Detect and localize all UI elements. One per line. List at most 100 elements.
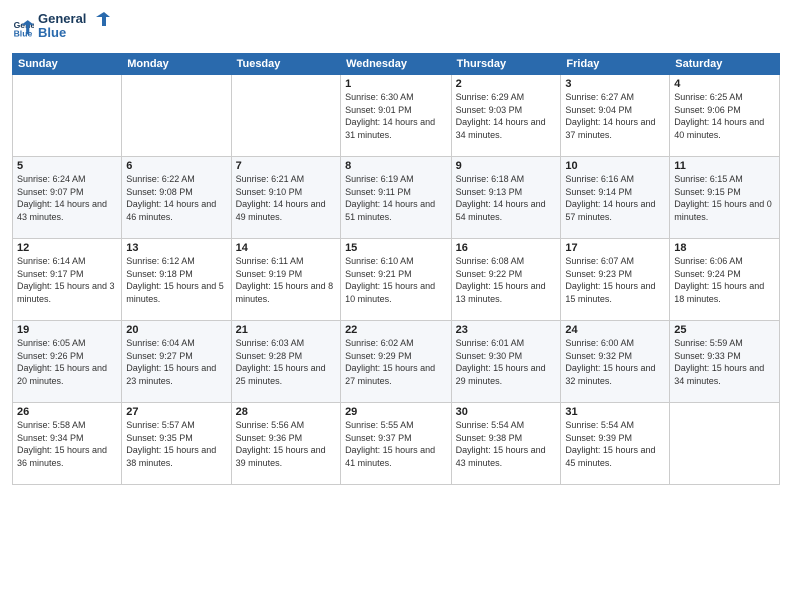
- day-cell: 2Sunrise: 6:29 AM Sunset: 9:03 PM Daylig…: [451, 75, 561, 157]
- day-cell: 31Sunrise: 5:54 AM Sunset: 9:39 PM Dayli…: [561, 403, 670, 485]
- calendar-table: SundayMondayTuesdayWednesdayThursdayFrid…: [12, 53, 780, 485]
- day-number: 7: [236, 160, 336, 172]
- day-number: 12: [17, 242, 117, 254]
- day-info: Sunrise: 6:03 AM Sunset: 9:28 PM Dayligh…: [236, 337, 336, 387]
- svg-text:Blue: Blue: [14, 28, 33, 38]
- day-info: Sunrise: 5:54 AM Sunset: 9:38 PM Dayligh…: [456, 419, 557, 469]
- day-info: Sunrise: 6:18 AM Sunset: 9:13 PM Dayligh…: [456, 173, 557, 223]
- day-number: 18: [674, 242, 775, 254]
- day-number: 11: [674, 160, 775, 172]
- day-number: 13: [126, 242, 226, 254]
- logo: General Blue General Blue: [12, 10, 118, 45]
- day-number: 21: [236, 324, 336, 336]
- day-number: 16: [456, 242, 557, 254]
- day-cell: [122, 75, 231, 157]
- week-row-2: 5Sunrise: 6:24 AM Sunset: 9:07 PM Daylig…: [13, 157, 780, 239]
- day-cell: 18Sunrise: 6:06 AM Sunset: 9:24 PM Dayli…: [670, 239, 780, 321]
- day-number: 3: [565, 78, 665, 90]
- day-info: Sunrise: 6:01 AM Sunset: 9:30 PM Dayligh…: [456, 337, 557, 387]
- svg-text:General: General: [38, 11, 86, 26]
- logo-svg: General Blue: [38, 10, 118, 40]
- day-cell: 13Sunrise: 6:12 AM Sunset: 9:18 PM Dayli…: [122, 239, 231, 321]
- weekday-header-monday: Monday: [122, 54, 231, 75]
- day-info: Sunrise: 6:22 AM Sunset: 9:08 PM Dayligh…: [126, 173, 226, 223]
- day-info: Sunrise: 6:19 AM Sunset: 9:11 PM Dayligh…: [345, 173, 447, 223]
- day-info: Sunrise: 6:08 AM Sunset: 9:22 PM Dayligh…: [456, 255, 557, 305]
- day-number: 9: [456, 160, 557, 172]
- day-info: Sunrise: 6:11 AM Sunset: 9:19 PM Dayligh…: [236, 255, 336, 305]
- day-info: Sunrise: 5:56 AM Sunset: 9:36 PM Dayligh…: [236, 419, 336, 469]
- day-number: 14: [236, 242, 336, 254]
- day-number: 25: [674, 324, 775, 336]
- weekday-header-sunday: Sunday: [13, 54, 122, 75]
- day-cell: 27Sunrise: 5:57 AM Sunset: 9:35 PM Dayli…: [122, 403, 231, 485]
- day-cell: 14Sunrise: 6:11 AM Sunset: 9:19 PM Dayli…: [231, 239, 340, 321]
- day-number: 28: [236, 406, 336, 418]
- day-cell: 10Sunrise: 6:16 AM Sunset: 9:14 PM Dayli…: [561, 157, 670, 239]
- day-cell: 4Sunrise: 6:25 AM Sunset: 9:06 PM Daylig…: [670, 75, 780, 157]
- day-number: 31: [565, 406, 665, 418]
- day-info: Sunrise: 6:06 AM Sunset: 9:24 PM Dayligh…: [674, 255, 775, 305]
- day-cell: 16Sunrise: 6:08 AM Sunset: 9:22 PM Dayli…: [451, 239, 561, 321]
- day-number: 29: [345, 406, 447, 418]
- header: General Blue General Blue: [12, 10, 780, 45]
- day-cell: 22Sunrise: 6:02 AM Sunset: 9:29 PM Dayli…: [341, 321, 452, 403]
- day-info: Sunrise: 5:54 AM Sunset: 9:39 PM Dayligh…: [565, 419, 665, 469]
- day-cell: 8Sunrise: 6:19 AM Sunset: 9:11 PM Daylig…: [341, 157, 452, 239]
- day-cell: 11Sunrise: 6:15 AM Sunset: 9:15 PM Dayli…: [670, 157, 780, 239]
- calendar-page: General Blue General Blue SundayMondayTu…: [0, 0, 792, 612]
- day-cell: 17Sunrise: 6:07 AM Sunset: 9:23 PM Dayli…: [561, 239, 670, 321]
- weekday-header-saturday: Saturday: [670, 54, 780, 75]
- weekday-header-thursday: Thursday: [451, 54, 561, 75]
- svg-text:Blue: Blue: [38, 25, 66, 40]
- day-number: 22: [345, 324, 447, 336]
- day-info: Sunrise: 6:05 AM Sunset: 9:26 PM Dayligh…: [17, 337, 117, 387]
- day-number: 1: [345, 78, 447, 90]
- day-number: 10: [565, 160, 665, 172]
- day-info: Sunrise: 6:00 AM Sunset: 9:32 PM Dayligh…: [565, 337, 665, 387]
- day-info: Sunrise: 5:57 AM Sunset: 9:35 PM Dayligh…: [126, 419, 226, 469]
- day-number: 5: [17, 160, 117, 172]
- day-cell: 30Sunrise: 5:54 AM Sunset: 9:38 PM Dayli…: [451, 403, 561, 485]
- day-info: Sunrise: 6:12 AM Sunset: 9:18 PM Dayligh…: [126, 255, 226, 305]
- day-info: Sunrise: 5:58 AM Sunset: 9:34 PM Dayligh…: [17, 419, 117, 469]
- day-cell: [670, 403, 780, 485]
- day-cell: 29Sunrise: 5:55 AM Sunset: 9:37 PM Dayli…: [341, 403, 452, 485]
- day-info: Sunrise: 5:55 AM Sunset: 9:37 PM Dayligh…: [345, 419, 447, 469]
- day-number: 30: [456, 406, 557, 418]
- day-number: 26: [17, 406, 117, 418]
- day-cell: 21Sunrise: 6:03 AM Sunset: 9:28 PM Dayli…: [231, 321, 340, 403]
- weekday-header-tuesday: Tuesday: [231, 54, 340, 75]
- day-info: Sunrise: 6:10 AM Sunset: 9:21 PM Dayligh…: [345, 255, 447, 305]
- day-cell: 15Sunrise: 6:10 AM Sunset: 9:21 PM Dayli…: [341, 239, 452, 321]
- day-info: Sunrise: 6:02 AM Sunset: 9:29 PM Dayligh…: [345, 337, 447, 387]
- week-row-1: 1Sunrise: 6:30 AM Sunset: 9:01 PM Daylig…: [13, 75, 780, 157]
- weekday-header-wednesday: Wednesday: [341, 54, 452, 75]
- day-cell: 7Sunrise: 6:21 AM Sunset: 9:10 PM Daylig…: [231, 157, 340, 239]
- day-info: Sunrise: 6:15 AM Sunset: 9:15 PM Dayligh…: [674, 173, 775, 223]
- day-number: 8: [345, 160, 447, 172]
- day-info: Sunrise: 6:07 AM Sunset: 9:23 PM Dayligh…: [565, 255, 665, 305]
- weekday-header-row: SundayMondayTuesdayWednesdayThursdayFrid…: [13, 54, 780, 75]
- day-cell: 23Sunrise: 6:01 AM Sunset: 9:30 PM Dayli…: [451, 321, 561, 403]
- day-cell: 19Sunrise: 6:05 AM Sunset: 9:26 PM Dayli…: [13, 321, 122, 403]
- day-cell: 1Sunrise: 6:30 AM Sunset: 9:01 PM Daylig…: [341, 75, 452, 157]
- day-cell: 20Sunrise: 6:04 AM Sunset: 9:27 PM Dayli…: [122, 321, 231, 403]
- day-info: Sunrise: 6:24 AM Sunset: 9:07 PM Dayligh…: [17, 173, 117, 223]
- weekday-header-friday: Friday: [561, 54, 670, 75]
- day-info: Sunrise: 6:16 AM Sunset: 9:14 PM Dayligh…: [565, 173, 665, 223]
- week-row-3: 12Sunrise: 6:14 AM Sunset: 9:17 PM Dayli…: [13, 239, 780, 321]
- logo-icon: General Blue: [12, 17, 34, 39]
- day-info: Sunrise: 6:21 AM Sunset: 9:10 PM Dayligh…: [236, 173, 336, 223]
- day-cell: 12Sunrise: 6:14 AM Sunset: 9:17 PM Dayli…: [13, 239, 122, 321]
- day-number: 2: [456, 78, 557, 90]
- day-info: Sunrise: 6:04 AM Sunset: 9:27 PM Dayligh…: [126, 337, 226, 387]
- day-cell: 25Sunrise: 5:59 AM Sunset: 9:33 PM Dayli…: [670, 321, 780, 403]
- day-number: 23: [456, 324, 557, 336]
- day-cell: 9Sunrise: 6:18 AM Sunset: 9:13 PM Daylig…: [451, 157, 561, 239]
- day-number: 15: [345, 242, 447, 254]
- day-cell: 28Sunrise: 5:56 AM Sunset: 9:36 PM Dayli…: [231, 403, 340, 485]
- day-info: Sunrise: 6:29 AM Sunset: 9:03 PM Dayligh…: [456, 91, 557, 141]
- day-info: Sunrise: 5:59 AM Sunset: 9:33 PM Dayligh…: [674, 337, 775, 387]
- day-info: Sunrise: 6:27 AM Sunset: 9:04 PM Dayligh…: [565, 91, 665, 141]
